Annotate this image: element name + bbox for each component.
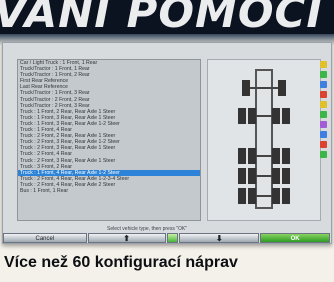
wheel (272, 188, 280, 204)
wheel (278, 80, 286, 96)
scroll-up-button[interactable]: ⬆ (87, 233, 166, 243)
wheel (282, 168, 290, 184)
axle-preview (207, 59, 321, 221)
wheel (238, 108, 246, 124)
button-bar: Cancel ⬆ ⬇ OK (3, 233, 331, 243)
wheel (248, 148, 256, 164)
wheel (282, 148, 290, 164)
wheel (248, 188, 256, 204)
wheel (242, 80, 250, 96)
cancel-button[interactable]: Cancel (3, 233, 87, 243)
tool-icon[interactable] (320, 61, 327, 68)
tool-icon[interactable] (320, 71, 327, 78)
chassis-frame (255, 69, 273, 209)
wheel (282, 188, 290, 204)
instruction-text: Select vehicle type, then press "OK" (107, 226, 187, 232)
vehicle-type-list[interactable]: Car / Light Truck : 1 Front, 1 Rear Truck… (17, 59, 201, 221)
tool-icon[interactable] (320, 111, 327, 118)
caption-text: Více než 60 konfigurací náprav (4, 254, 238, 271)
tool-icon[interactable] (320, 141, 327, 148)
wheel (248, 108, 256, 124)
tool-icon[interactable] (320, 131, 327, 138)
tool-icon[interactable] (320, 121, 327, 128)
tool-icon[interactable] (320, 91, 327, 98)
tool-rail (319, 59, 329, 219)
wheel (272, 168, 280, 184)
scroll-down-button[interactable]: ⬇ (179, 233, 260, 243)
wheel (238, 188, 246, 204)
alignment-screen: Car / Light Truck : 1 Front, 1 Rear Truck… (2, 42, 332, 244)
tool-icon[interactable] (320, 101, 327, 108)
wheel (248, 168, 256, 184)
wheel (238, 148, 246, 164)
wheel (272, 148, 280, 164)
position-indicator (166, 233, 179, 243)
tool-icon[interactable] (320, 151, 327, 158)
wheel (238, 168, 246, 184)
headline-banner: VANI POMOCI A (0, 0, 334, 34)
wheel (282, 108, 290, 124)
axle-diagram-icon (238, 69, 290, 209)
ok-button[interactable]: OK (260, 233, 330, 243)
list-item[interactable]: Bus : 1 Front, 1 Rear (18, 188, 200, 194)
wheel (272, 108, 280, 124)
tool-icon[interactable] (320, 81, 327, 88)
headline-text: VANI POMOCI A (0, 0, 334, 34)
